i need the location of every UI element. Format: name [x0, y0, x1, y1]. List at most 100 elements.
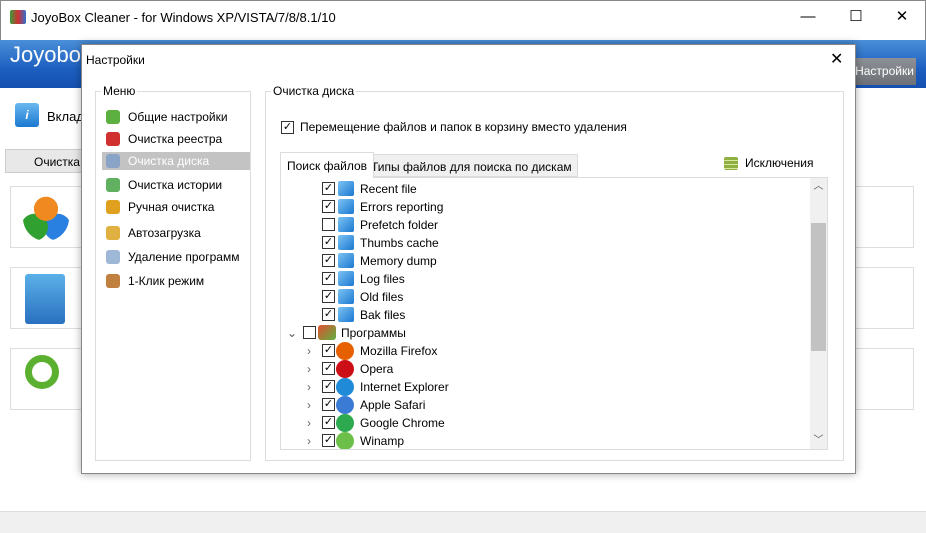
tree-item[interactable]: ✓ Bak files	[281, 306, 801, 324]
file-label: Memory dump	[360, 254, 437, 268]
menu-item[interactable]: Очистка диска	[102, 152, 250, 170]
expand-chevron-icon[interactable]: ›	[307, 396, 311, 414]
file-type-icon	[338, 199, 354, 214]
menu-item-icon	[106, 132, 120, 146]
tree-item[interactable]: › ✓ Mozilla Firefox	[281, 342, 801, 360]
menu-item[interactable]: Удаление программ	[102, 248, 250, 266]
menu-item[interactable]: Ручная очистка	[102, 198, 250, 216]
file-type-icon	[338, 289, 354, 304]
scroll-thumb[interactable]	[811, 223, 826, 351]
close-button[interactable]: ✕	[879, 1, 925, 33]
menu-title: Меню	[101, 84, 138, 98]
expand-chevron-icon[interactable]: ›	[307, 378, 311, 396]
program-icon	[336, 378, 354, 396]
programs-label: Программы	[341, 326, 406, 340]
file-type-icon	[338, 235, 354, 250]
file-label: Errors reporting	[360, 200, 444, 214]
exclusions-button[interactable]: Исключения	[724, 156, 814, 170]
menu-item[interactable]: 1-Клик режим	[102, 272, 250, 290]
tree-item[interactable]: Prefetch folder	[281, 216, 801, 234]
tree-item[interactable]: › ✓ Apple Safari	[281, 396, 801, 414]
tree-item[interactable]: ✓ Old files	[281, 288, 801, 306]
tree-group[interactable]: ⌄ Программы	[281, 324, 801, 342]
tree-item[interactable]: ✓ Errors reporting	[281, 198, 801, 216]
file-checkbox[interactable]: ✓	[322, 308, 335, 321]
file-type-icon	[338, 181, 354, 196]
tree-item[interactable]: ✓ Thumbs cache	[281, 234, 801, 252]
program-checkbox[interactable]: ✓	[322, 416, 335, 429]
menu-item[interactable]: Общие настройки	[102, 108, 250, 126]
tree-item[interactable]: ✓ Log files	[281, 270, 801, 288]
expand-chevron-icon[interactable]: ›	[307, 414, 311, 432]
exclusions-label: Исключения	[745, 156, 814, 170]
menu-item-icon	[106, 274, 120, 288]
recycle-option[interactable]: ✓ Перемещение файлов и папок в корзину в…	[281, 120, 627, 134]
menu-item-label: Очистка диска	[128, 154, 210, 168]
expand-chevron-icon[interactable]: ›	[307, 342, 311, 360]
file-label: Bak files	[360, 308, 406, 322]
list-icon	[724, 156, 738, 170]
menu-item-label: Очистка реестра	[128, 132, 223, 146]
file-checkbox[interactable]	[322, 218, 335, 231]
minimize-button[interactable]: —	[785, 1, 831, 33]
program-icon	[336, 432, 354, 449]
file-label: Thumbs cache	[360, 236, 439, 250]
dialog-close-button[interactable]: ✕	[830, 49, 843, 69]
status-bar	[0, 511, 926, 533]
tree-item[interactable]: › ✓ Opera	[281, 360, 801, 378]
file-checkbox[interactable]: ✓	[322, 236, 335, 249]
tree-item[interactable]: › ✓ Winamp	[281, 432, 801, 449]
menu-item-label: 1-Клик режим	[128, 274, 205, 288]
program-label: Google Chrome	[360, 416, 445, 430]
program-icon	[336, 360, 354, 378]
program-checkbox[interactable]: ✓	[322, 398, 335, 411]
app-logo-icon	[10, 10, 26, 24]
scrollbar[interactable]: ︿ ﹀	[810, 178, 827, 449]
menu-item-label: Автозагрузка	[128, 226, 201, 240]
dialog-title: Настройки	[86, 53, 145, 67]
file-checkbox[interactable]: ✓	[322, 254, 335, 267]
tree-item[interactable]: › ✓ Internet Explorer	[281, 378, 801, 396]
file-checkbox[interactable]: ✓	[322, 272, 335, 285]
tree-item[interactable]: ✓ Recent file	[281, 180, 801, 198]
tab-file-types[interactable]: Типы файлов для поиска по дискам	[365, 154, 578, 177]
programs-checkbox[interactable]	[303, 326, 316, 339]
menu-item[interactable]: Очистка истории	[102, 176, 250, 194]
program-label: Internet Explorer	[360, 380, 449, 394]
program-label: Opera	[360, 362, 394, 376]
menu-item[interactable]: Очистка реестра	[102, 130, 250, 148]
recycle-checkbox[interactable]: ✓	[281, 120, 294, 134]
file-checkbox[interactable]: ✓	[322, 200, 335, 213]
menu-item-icon	[106, 250, 120, 264]
menu-item-icon	[106, 200, 120, 214]
window-title: JoyoBox Cleaner - for Windows XP/VISTA/7…	[31, 10, 336, 25]
settings-button[interactable]: Настройки	[853, 58, 916, 85]
file-checkbox[interactable]: ✓	[322, 182, 335, 195]
expand-chevron-icon[interactable]: ›	[307, 360, 311, 378]
file-checkbox[interactable]: ✓	[322, 290, 335, 303]
program-checkbox[interactable]: ✓	[322, 344, 335, 357]
scroll-up-button[interactable]: ︿	[810, 178, 827, 195]
expand-chevron-icon[interactable]: ›	[307, 432, 311, 449]
file-type-icon	[338, 253, 354, 268]
tab-label: Типы файлов для поиска по дискам	[371, 160, 572, 174]
scroll-down-button[interactable]: ﹀	[810, 432, 827, 449]
tab-label: Поиск файлов	[287, 159, 368, 173]
tree-item[interactable]: › ✓ Google Chrome	[281, 414, 801, 432]
settings-dialog: Настройки ✕ Меню Общие настройки Очистка …	[81, 44, 856, 474]
tree-item[interactable]: ✓ Memory dump	[281, 252, 801, 270]
program-checkbox[interactable]: ✓	[322, 380, 335, 393]
collapse-chevron-icon[interactable]: ⌄	[287, 324, 297, 342]
program-checkbox[interactable]: ✓	[322, 362, 335, 375]
tab-file-search[interactable]: Поиск файлов	[280, 152, 375, 178]
program-checkbox[interactable]: ✓	[322, 434, 335, 447]
file-tree: ✓ Recent file ✓ Errors reporting Prefetch fo…	[280, 177, 828, 450]
disk-title: Очистка диска	[271, 84, 357, 98]
program-icon	[336, 342, 354, 360]
maximize-button[interactable]: ☐	[833, 1, 879, 33]
balls-icon	[23, 195, 69, 241]
menu-item-label: Общие настройки	[128, 110, 228, 124]
programs-icon	[318, 325, 336, 340]
menu-item-label: Удаление программ	[128, 250, 240, 264]
menu-item[interactable]: Автозагрузка	[102, 224, 250, 242]
